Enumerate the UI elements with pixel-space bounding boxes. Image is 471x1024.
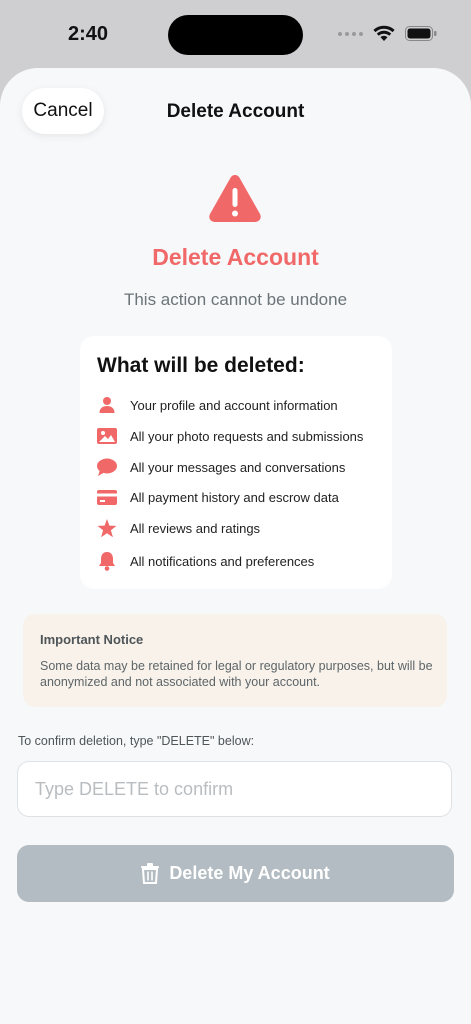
photo-icon [96, 425, 118, 447]
status-bar: 2:40 [0, 0, 471, 70]
hero-title: Delete Account [152, 244, 319, 270]
trash-icon [141, 863, 160, 884]
status-time: 2:40 [68, 23, 109, 45]
warning-triangle-icon [209, 175, 261, 222]
list-item: All notifications and preferences [96, 550, 386, 572]
list-item: All reviews and ratings [96, 517, 386, 539]
list-item-label: All reviews and ratings [130, 520, 261, 536]
list-item-label: Your profile and account information [130, 397, 338, 413]
list-item-label: All notifications and preferences [130, 553, 315, 569]
star-icon [96, 517, 118, 539]
status-icons [338, 25, 437, 42]
list-item: All payment history and escrow data [96, 486, 386, 508]
list-item: All your messages and conversations [96, 456, 386, 478]
bell-icon [96, 550, 118, 572]
hero-subtitle: This action cannot be undone [123, 290, 348, 309]
deletion-card-title: What will be deleted: [97, 354, 305, 377]
delete-account-label: Delete My Account [169, 863, 330, 883]
list-item: All your photo requests and submissions [96, 425, 386, 447]
list-item: Your profile and account information [96, 394, 386, 416]
list-item-label: All payment history and escrow data [130, 489, 339, 505]
confirm-delete-input[interactable] [17, 761, 452, 817]
person-icon [96, 394, 118, 416]
delete-account-sheet: Cancel Delete Account Delete Account Thi… [0, 68, 471, 1024]
notice-body: Some data may be retained for legal or r… [40, 659, 433, 689]
battery-icon [405, 26, 437, 41]
confirm-label: To confirm deletion, type "DELETE" below… [18, 734, 255, 748]
important-notice: Important Notice Some data may be retain… [23, 614, 447, 707]
notice-title: Important Notice [40, 632, 144, 647]
list-item-label: All your photo requests and submissions [130, 428, 364, 444]
chat-bubble-icon [96, 456, 118, 478]
cellular-signal-icon [338, 31, 363, 36]
deletion-card: What will be deleted: Your profile and a… [80, 336, 392, 589]
dynamic-island [168, 15, 303, 55]
sheet-title: Delete Account [166, 101, 305, 122]
credit-card-icon [96, 486, 118, 508]
list-item-label: All your messages and conversations [130, 459, 346, 475]
wifi-icon [373, 25, 395, 41]
delete-account-button[interactable]: Delete My Account [17, 845, 454, 902]
